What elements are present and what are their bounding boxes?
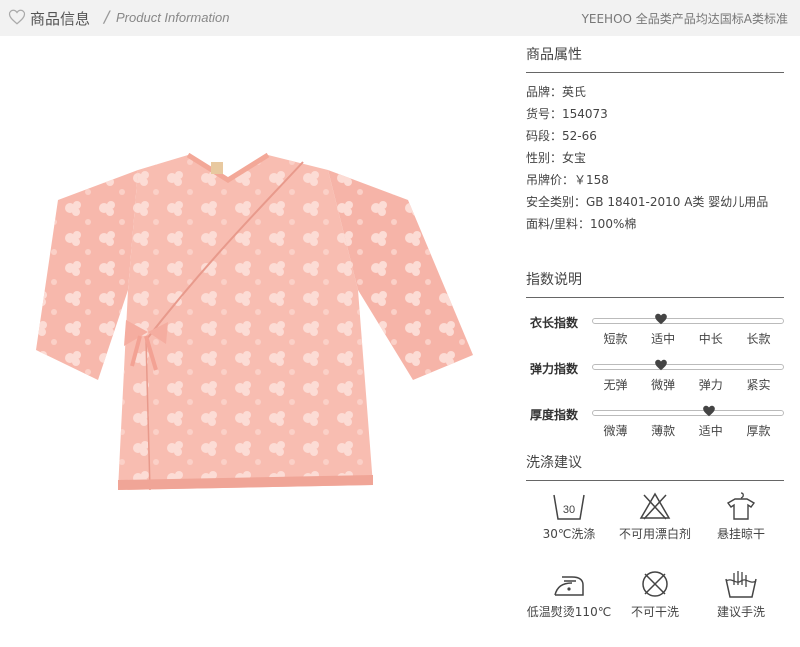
header-bar: 商品信息 / Product Information YEEHOO 全品类产品均… <box>0 0 800 36</box>
heart-icon <box>8 9 26 25</box>
attributes-title: 商品属性 <box>526 44 784 73</box>
no-bleach-icon <box>639 492 671 520</box>
tick-label: 弹力 <box>698 378 723 392</box>
header-slash: / <box>104 7 110 26</box>
index-row-thickness: 厚度指数 微薄 薄款 适中 厚款 <box>526 400 784 446</box>
attr-gender: 性别：女宝 <box>526 151 587 165</box>
index-ticks: 无弹 微弹 弹力 紧实 <box>592 376 782 393</box>
index-label: 弹力指数 <box>530 362 579 376</box>
wash-label: 建议手洗 <box>716 605 765 619</box>
indices-title: 指数说明 <box>526 269 784 298</box>
wash-grid: 30 30℃洗涤 不可用漂白剂 悬挂晾干 低温熨烫110℃ 不可干洗 建议手洗 <box>526 491 784 647</box>
attr-fabric: 面料/里料：100%棉 <box>526 217 637 231</box>
wash-label: 低温熨烫110℃ <box>526 605 612 619</box>
wash-item: 悬挂晾干 <box>698 491 784 569</box>
wash-item: 低温熨烫110℃ <box>526 569 612 647</box>
tick-label: 适中 <box>698 424 723 438</box>
wash-label: 悬挂晾干 <box>716 527 765 541</box>
hang-dry-icon <box>726 492 756 520</box>
heart-marker-icon <box>655 359 668 371</box>
index-track <box>592 313 784 325</box>
tick-label: 厚款 <box>746 424 771 438</box>
attribute-list: 品牌：英氏 货号：154073 码段：52-66 性别：女宝 吊牌价：￥158 … <box>526 81 784 235</box>
svg-text:30: 30 <box>563 504 575 516</box>
index-label: 衣长指数 <box>530 316 579 330</box>
tick-label: 短款 <box>603 332 628 346</box>
index-track <box>592 405 784 417</box>
attr-brand: 品牌：英氏 <box>526 85 587 99</box>
heart-marker-icon <box>655 313 668 325</box>
wash-30-icon: 30 <box>553 494 585 520</box>
product-image <box>36 152 473 491</box>
header-subtitle: Product Information <box>116 10 230 25</box>
attr-safety: 安全类别：GB 18401-2010 A类 婴幼儿用品 <box>526 195 769 209</box>
index-row-elasticity: 弹力指数 无弹 微弹 弹力 紧实 <box>526 354 784 400</box>
wash-item: 不可用漂白剂 <box>612 491 698 569</box>
attr-size-range: 码段：52-66 <box>526 129 597 143</box>
attr-price: 吊牌价：￥158 <box>526 173 609 187</box>
tick-label: 适中 <box>651 332 676 346</box>
tick-label: 无弹 <box>603 378 628 392</box>
index-label: 厚度指数 <box>530 408 579 422</box>
hand-wash-icon <box>725 571 757 598</box>
wash-item: 建议手洗 <box>698 569 784 647</box>
wash-label: 不可干洗 <box>630 605 679 619</box>
index-ticks: 微薄 薄款 适中 厚款 <box>592 422 782 439</box>
tick-label: 微弹 <box>651 378 676 392</box>
attr-sku: 货号：154073 <box>526 107 608 121</box>
low-iron-icon <box>554 576 584 596</box>
header-brand-note: YEEHOO 全品类产品均达国标A类标准 <box>581 12 788 26</box>
header-title: 商品信息 <box>30 10 91 28</box>
wash-item: 30 30℃洗涤 <box>526 491 612 569</box>
index-ticks: 短款 适中 中长 长款 <box>592 330 782 347</box>
tick-label: 长款 <box>746 332 771 346</box>
index-row-length: 衣长指数 短款 适中 中长 长款 <box>526 308 784 354</box>
no-tumble-dry-icon <box>642 571 668 597</box>
tick-label: 微薄 <box>603 424 628 438</box>
tick-label: 紧实 <box>746 378 771 392</box>
wash-label: 不可用漂白剂 <box>618 527 691 541</box>
tick-label: 薄款 <box>651 424 676 438</box>
wash-title: 洗涤建议 <box>526 452 784 481</box>
wash-item: 不可干洗 <box>612 569 698 647</box>
tick-label: 中长 <box>698 332 723 346</box>
index-track <box>592 359 784 371</box>
wash-label: 30℃洗涤 <box>542 527 596 541</box>
heart-marker-icon <box>703 405 715 417</box>
info-column: 商品属性 品牌：英氏 货号：154073 码段：52-66 性别：女宝 吊牌价：… <box>526 44 784 647</box>
